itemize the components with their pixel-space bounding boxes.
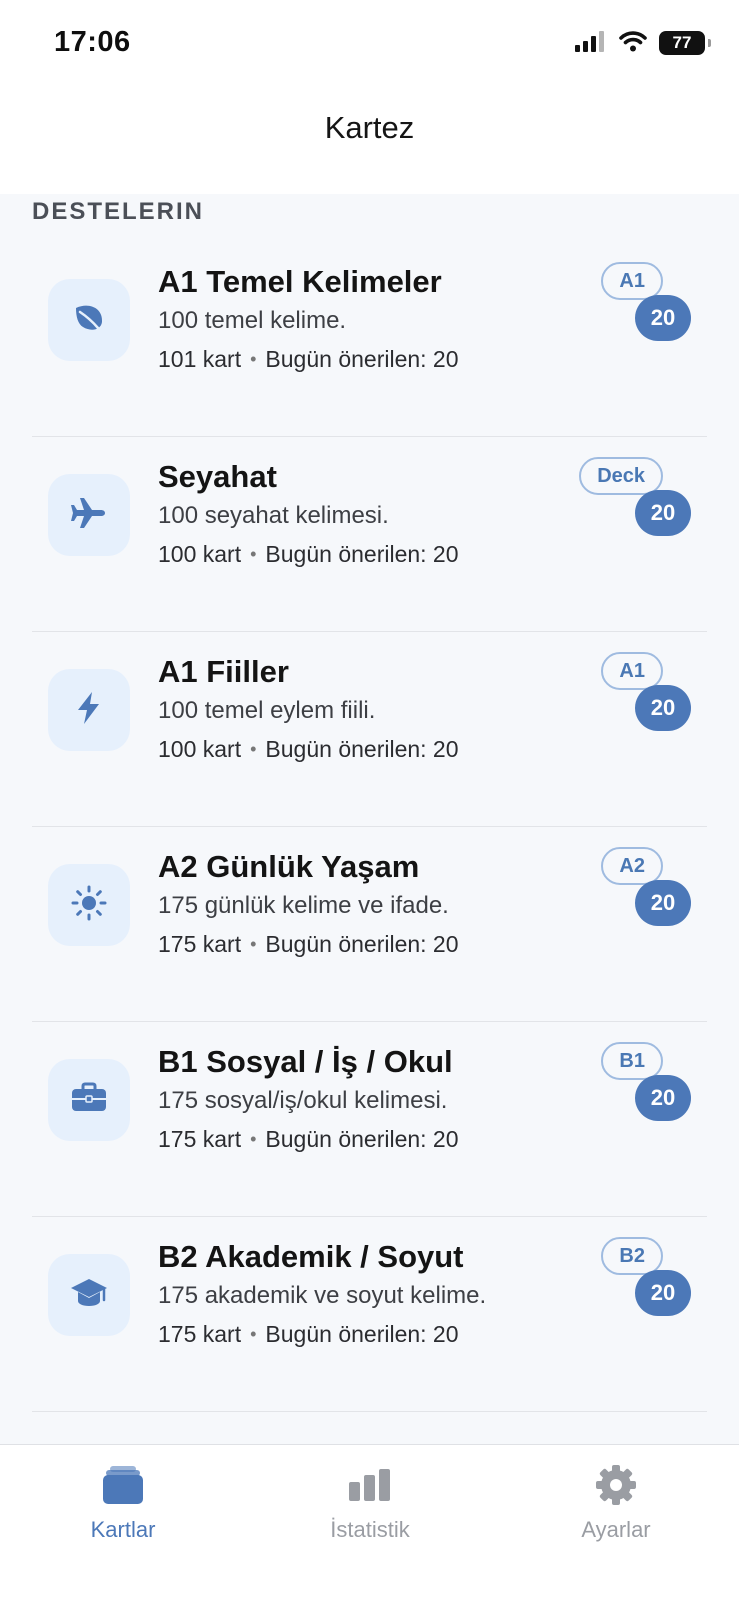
due-count-badge: 20 (635, 1075, 691, 1121)
deck-list-scroll[interactable]: DESTELERIN A1 Temel Kelimeler 100 temel … (0, 194, 739, 1444)
section-header: DESTELERIN (32, 198, 205, 225)
due-count-badge: 20 (635, 295, 691, 341)
tab-label: Kartlar (90, 1517, 156, 1542)
deck-description: 100 seyahat kelimesi. (158, 502, 389, 529)
deck-card-count: 100 kart (158, 541, 242, 567)
deck-description: 175 sosyal/iş/okul kelimesi. (158, 1087, 448, 1114)
tab-label: Ayarlar (581, 1517, 651, 1542)
bar-chart-icon (290, 1463, 450, 1507)
deck-meta: 175 kart • Bugün önerilen: 20 (158, 1126, 459, 1153)
separator-dot: • (250, 739, 257, 759)
battery-icon: 77 (659, 31, 711, 55)
deck-card-count: 175 kart (158, 1321, 242, 1347)
deck-title: A1 Fiiller (158, 654, 289, 689)
deck-card-count: 100 kart (158, 736, 242, 762)
due-count-badge: 20 (635, 1270, 691, 1316)
status-bar: 17:06 77 (0, 0, 739, 90)
cards-stack-icon (43, 1463, 203, 1507)
separator-dot: • (250, 934, 257, 954)
deck-row-b1-sosyal-is-okul[interactable]: B1 Sosyal / İş / Okul 175 sosyal/iş/okul… (32, 1022, 707, 1217)
deck-title: B2 Akademik / Soyut (158, 1239, 464, 1274)
deck-icon-container (48, 474, 130, 556)
briefcase-icon (70, 1081, 108, 1120)
deck-card-count: 175 kart (158, 931, 242, 957)
deck-icon-container (48, 864, 130, 946)
cellular-signal-icon (575, 30, 607, 57)
separator-dot: • (250, 544, 257, 564)
deck-icon-container (48, 279, 130, 361)
tab-label: İstatistik (330, 1517, 410, 1542)
deck-row-a2-gunluk-yasam[interactable]: A2 Günlük Yaşam 175 günlük kelime ve ifa… (32, 827, 707, 1022)
separator-dot: • (250, 1324, 257, 1344)
tab-bar: Kartlar İstatistik Ayarlar (0, 1444, 739, 1600)
separator-dot: • (250, 1129, 257, 1149)
due-count-badge: 20 (635, 685, 691, 731)
graduation-cap-icon (69, 1275, 109, 1316)
deck-meta: 175 kart • Bugün önerilen: 20 (158, 1321, 459, 1348)
deck-meta: 101 kart • Bugün önerilen: 20 (158, 346, 459, 373)
leaf-icon (71, 300, 107, 341)
deck-icon-container (48, 669, 130, 751)
deck-card-count: 175 kart (158, 1126, 242, 1152)
tab-ayarlar[interactable]: Ayarlar (536, 1463, 696, 1543)
deck-description: 100 temel eylem fiili. (158, 697, 376, 724)
page-title: Kartez (324, 110, 415, 145)
airplane-icon (70, 494, 108, 537)
deck-suggested: Bugün önerilen: 20 (265, 1126, 459, 1152)
deck-description: 175 akademik ve soyut kelime. (158, 1282, 487, 1309)
deck-row-seyahat[interactable]: Seyahat 100 seyahat kelimesi. 100 kart • B… (32, 437, 707, 632)
deck-description: 175 günlük kelime ve ifade. (158, 892, 449, 919)
deck-suggested: Bugün önerilen: 20 (265, 736, 459, 762)
deck-list: A1 Temel Kelimeler 100 temel kelime. 101… (0, 242, 739, 1444)
deck-title: A1 Temel Kelimeler (158, 264, 442, 299)
battery-level: 77 (672, 33, 692, 52)
status-time: 17:06 (54, 26, 131, 58)
tab-istatistik[interactable]: İstatistik (290, 1463, 450, 1543)
deck-description: 100 temel kelime. (158, 307, 347, 334)
sun-icon (70, 884, 108, 927)
deck-title: A2 Günlük Yaşam (158, 849, 420, 884)
bolt-icon (74, 690, 104, 731)
deck-icon-container (48, 1059, 130, 1141)
level-badge: Deck (579, 457, 663, 495)
tab-kartlar[interactable]: Kartlar (43, 1463, 203, 1543)
deck-row-partial[interactable] (32, 1412, 707, 1444)
deck-row-b2-akademik-soyut[interactable]: B2 Akademik / Soyut 175 akademik ve soyu… (32, 1217, 707, 1412)
navigation-bar: Kartez (0, 90, 739, 194)
deck-title: Seyahat (158, 459, 277, 494)
due-count-badge: 20 (635, 490, 691, 536)
deck-suggested: Bugün önerilen: 20 (265, 346, 459, 372)
due-count-badge: 20 (635, 880, 691, 926)
wifi-icon (619, 30, 647, 57)
deck-suggested: Bugün önerilen: 20 (265, 541, 459, 567)
deck-icon-container (48, 1254, 130, 1336)
deck-meta: 175 kart • Bugün önerilen: 20 (158, 931, 459, 958)
deck-meta: 100 kart • Bugün önerilen: 20 (158, 541, 459, 568)
deck-card-count: 101 kart (158, 346, 242, 372)
deck-suggested: Bugün önerilen: 20 (265, 1321, 459, 1347)
deck-row-a1-fiiller[interactable]: A1 Fiiller 100 temel eylem fiili. 100 ka… (32, 632, 707, 827)
deck-meta: 100 kart • Bugün önerilen: 20 (158, 736, 459, 763)
gear-icon (536, 1463, 696, 1507)
deck-row-a1-temel-kelimeler[interactable]: A1 Temel Kelimeler 100 temel kelime. 101… (32, 242, 707, 437)
deck-title: B1 Sosyal / İş / Okul (158, 1044, 453, 1079)
status-icons: 77 (575, 30, 711, 57)
separator-dot: • (250, 349, 257, 369)
deck-suggested: Bugün önerilen: 20 (265, 931, 459, 957)
